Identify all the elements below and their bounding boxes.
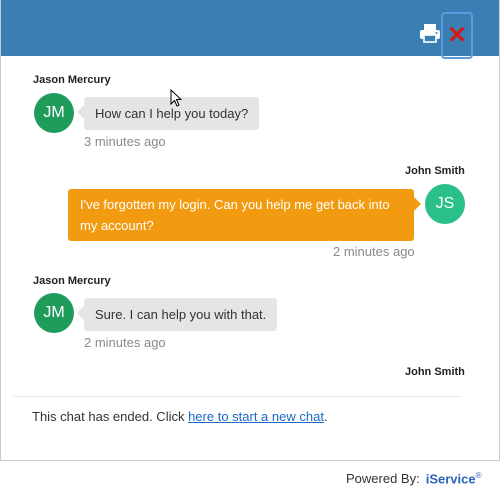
message-bubble: Sure. I can help you with that. <box>76 298 278 331</box>
message-time: 2 minutes ago <box>84 335 166 350</box>
close-icon: ✕ <box>446 21 468 49</box>
powered-by-label: Powered By: <box>346 471 420 487</box>
message-time: 3 minutes ago <box>84 134 166 149</box>
chat-transcript[interactable]: Jason Mercury JM How can I help you toda… <box>1 56 499 382</box>
printer-icon <box>419 23 441 48</box>
chat-ended-notice: This chat has ended. Click here to start… <box>32 409 328 424</box>
sender-name: Jason Mercury <box>33 74 111 86</box>
new-chat-link[interactable]: here to start a new chat <box>188 409 324 424</box>
sender-name: John Smith <box>405 165 465 177</box>
sender-name: Jason Mercury <box>33 275 111 287</box>
mouse-cursor-icon <box>170 88 183 112</box>
avatar: JS <box>425 184 465 224</box>
message-bubble: I've forgotten my login. Can you help me… <box>68 189 421 241</box>
powered-by: Powered By: iService® <box>346 471 481 486</box>
avatar: JM <box>34 93 74 133</box>
iservice-logo: iService® <box>425 471 482 487</box>
close-button[interactable]: ✕ <box>441 12 473 59</box>
message-time: 2 minutes ago <box>333 244 415 259</box>
avatar: JM <box>34 293 74 333</box>
divider <box>13 396 461 397</box>
sender-name: John Smith <box>405 366 465 378</box>
chat-header: ✕ <box>1 0 499 59</box>
chat-window: ✕ Jason Mercury JM How can I help you to… <box>0 0 500 461</box>
